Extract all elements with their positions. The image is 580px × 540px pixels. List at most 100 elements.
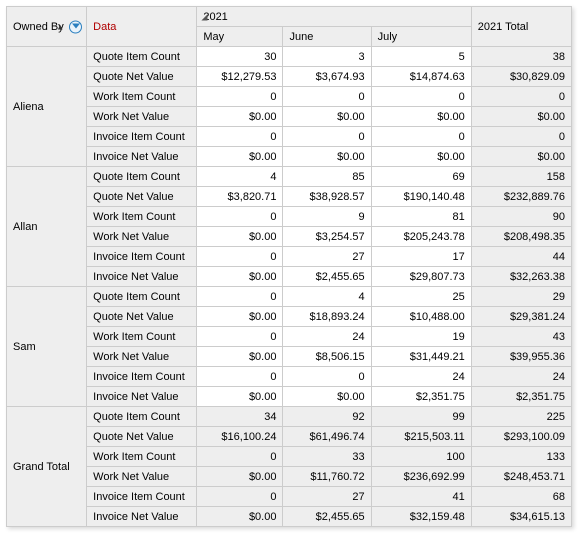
value-cell[interactable]: $205,243.78 (371, 227, 471, 247)
value-cell[interactable]: $215,503.11 (371, 427, 471, 447)
value-cell[interactable]: 0 (283, 87, 371, 107)
row-total-cell[interactable]: 24 (471, 367, 571, 387)
row-total-cell[interactable]: $30,829.09 (471, 67, 571, 87)
value-cell[interactable]: 19 (371, 327, 471, 347)
value-cell[interactable]: $18,893.24 (283, 307, 371, 327)
value-cell[interactable]: $0.00 (197, 227, 283, 247)
row-total-cell[interactable]: $29,381.24 (471, 307, 571, 327)
metric-cell[interactable]: Work Item Count (87, 207, 197, 227)
metric-cell[interactable]: Work Net Value (87, 227, 197, 247)
row-total-cell[interactable]: 29 (471, 287, 571, 307)
owner-cell[interactable]: Aliena (7, 47, 87, 167)
row-total-cell[interactable]: $0.00 (471, 107, 571, 127)
collapse-icon[interactable]: ◢ (201, 12, 207, 21)
month-header-july[interactable]: July (371, 27, 471, 47)
value-cell[interactable]: 27 (283, 247, 371, 267)
value-cell[interactable]: 0 (371, 127, 471, 147)
value-cell[interactable]: $3,674.93 (283, 67, 371, 87)
value-cell[interactable]: $0.00 (197, 467, 283, 487)
value-cell[interactable]: 17 (371, 247, 471, 267)
value-cell[interactable]: 24 (283, 327, 371, 347)
value-cell[interactable]: 85 (283, 167, 371, 187)
row-total-cell[interactable]: 90 (471, 207, 571, 227)
year-total-header[interactable]: 2021 Total (471, 7, 571, 47)
value-cell[interactable]: 5 (371, 47, 471, 67)
row-total-cell[interactable]: 38 (471, 47, 571, 67)
value-cell[interactable]: 0 (197, 247, 283, 267)
value-cell[interactable]: $10,488.00 (371, 307, 471, 327)
value-cell[interactable]: $0.00 (197, 387, 283, 407)
metric-cell[interactable]: Invoice Item Count (87, 127, 197, 147)
row-total-cell[interactable]: $34,615.13 (471, 507, 571, 527)
value-cell[interactable]: $31,449.21 (371, 347, 471, 367)
row-total-cell[interactable]: 133 (471, 447, 571, 467)
value-cell[interactable]: 81 (371, 207, 471, 227)
value-cell[interactable]: 92 (283, 407, 371, 427)
row-total-cell[interactable]: 158 (471, 167, 571, 187)
value-cell[interactable]: 34 (197, 407, 283, 427)
owner-cell[interactable]: Allan (7, 167, 87, 287)
value-cell[interactable]: $3,820.71 (197, 187, 283, 207)
value-cell[interactable]: 24 (371, 367, 471, 387)
row-total-cell[interactable]: $248,453.71 (471, 467, 571, 487)
value-cell[interactable]: $12,279.53 (197, 67, 283, 87)
metric-cell[interactable]: Work Net Value (87, 347, 197, 367)
value-cell[interactable]: $38,928.57 (283, 187, 371, 207)
value-cell[interactable]: 9 (283, 207, 371, 227)
year-header[interactable]: ◢ 2021 (197, 7, 471, 27)
metric-cell[interactable]: Invoice Item Count (87, 367, 197, 387)
metric-cell[interactable]: Quote Net Value (87, 427, 197, 447)
value-cell[interactable]: 0 (197, 447, 283, 467)
value-cell[interactable]: 100 (371, 447, 471, 467)
value-cell[interactable]: $236,692.99 (371, 467, 471, 487)
row-total-cell[interactable]: 68 (471, 487, 571, 507)
row-total-cell[interactable]: $208,498.35 (471, 227, 571, 247)
value-cell[interactable]: 0 (283, 127, 371, 147)
value-cell[interactable]: $2,455.65 (283, 507, 371, 527)
value-cell[interactable]: $0.00 (197, 267, 283, 287)
value-cell[interactable]: 99 (371, 407, 471, 427)
value-cell[interactable]: $14,874.63 (371, 67, 471, 87)
metric-cell[interactable]: Quote Item Count (87, 167, 197, 187)
value-cell[interactable]: $0.00 (371, 107, 471, 127)
value-cell[interactable]: $190,140.48 (371, 187, 471, 207)
row-total-cell[interactable]: 44 (471, 247, 571, 267)
value-cell[interactable]: $0.00 (283, 147, 371, 167)
value-cell[interactable]: $0.00 (197, 147, 283, 167)
row-total-cell[interactable]: 43 (471, 327, 571, 347)
value-cell[interactable]: 33 (283, 447, 371, 467)
value-cell[interactable]: 0 (371, 87, 471, 107)
value-cell[interactable]: 0 (197, 327, 283, 347)
metric-cell[interactable]: Work Net Value (87, 467, 197, 487)
value-cell[interactable]: 4 (283, 287, 371, 307)
metric-cell[interactable]: Invoice Net Value (87, 387, 197, 407)
value-cell[interactable]: $61,496.74 (283, 427, 371, 447)
metric-cell[interactable]: Work Item Count (87, 327, 197, 347)
metric-cell[interactable]: Quote Net Value (87, 187, 197, 207)
value-cell[interactable]: $29,807.73 (371, 267, 471, 287)
metric-cell[interactable]: Invoice Net Value (87, 147, 197, 167)
value-cell[interactable]: 30 (197, 47, 283, 67)
value-cell[interactable]: $8,506.15 (283, 347, 371, 367)
value-cell[interactable]: $0.00 (197, 307, 283, 327)
value-cell[interactable]: $0.00 (197, 107, 283, 127)
metric-cell[interactable]: Invoice Item Count (87, 247, 197, 267)
value-cell[interactable]: $0.00 (283, 107, 371, 127)
row-total-cell[interactable]: $2,351.75 (471, 387, 571, 407)
sort-asc-icon[interactable]: ▲ (56, 22, 64, 31)
row-total-cell[interactable]: $293,100.09 (471, 427, 571, 447)
value-cell[interactable]: $0.00 (283, 387, 371, 407)
month-header-june[interactable]: June (283, 27, 371, 47)
value-cell[interactable]: $2,351.75 (371, 387, 471, 407)
value-cell[interactable]: 69 (371, 167, 471, 187)
value-cell[interactable]: 0 (197, 487, 283, 507)
metric-cell[interactable]: Work Item Count (87, 87, 197, 107)
metric-cell[interactable]: Work Net Value (87, 107, 197, 127)
row-total-cell[interactable]: $232,889.76 (471, 187, 571, 207)
value-cell[interactable]: $16,100.24 (197, 427, 283, 447)
metric-cell[interactable]: Invoice Net Value (87, 267, 197, 287)
metric-cell[interactable]: Invoice Net Value (87, 507, 197, 527)
metric-cell[interactable]: Quote Net Value (87, 307, 197, 327)
value-cell[interactable]: 0 (197, 287, 283, 307)
value-cell[interactable]: $0.00 (197, 347, 283, 367)
